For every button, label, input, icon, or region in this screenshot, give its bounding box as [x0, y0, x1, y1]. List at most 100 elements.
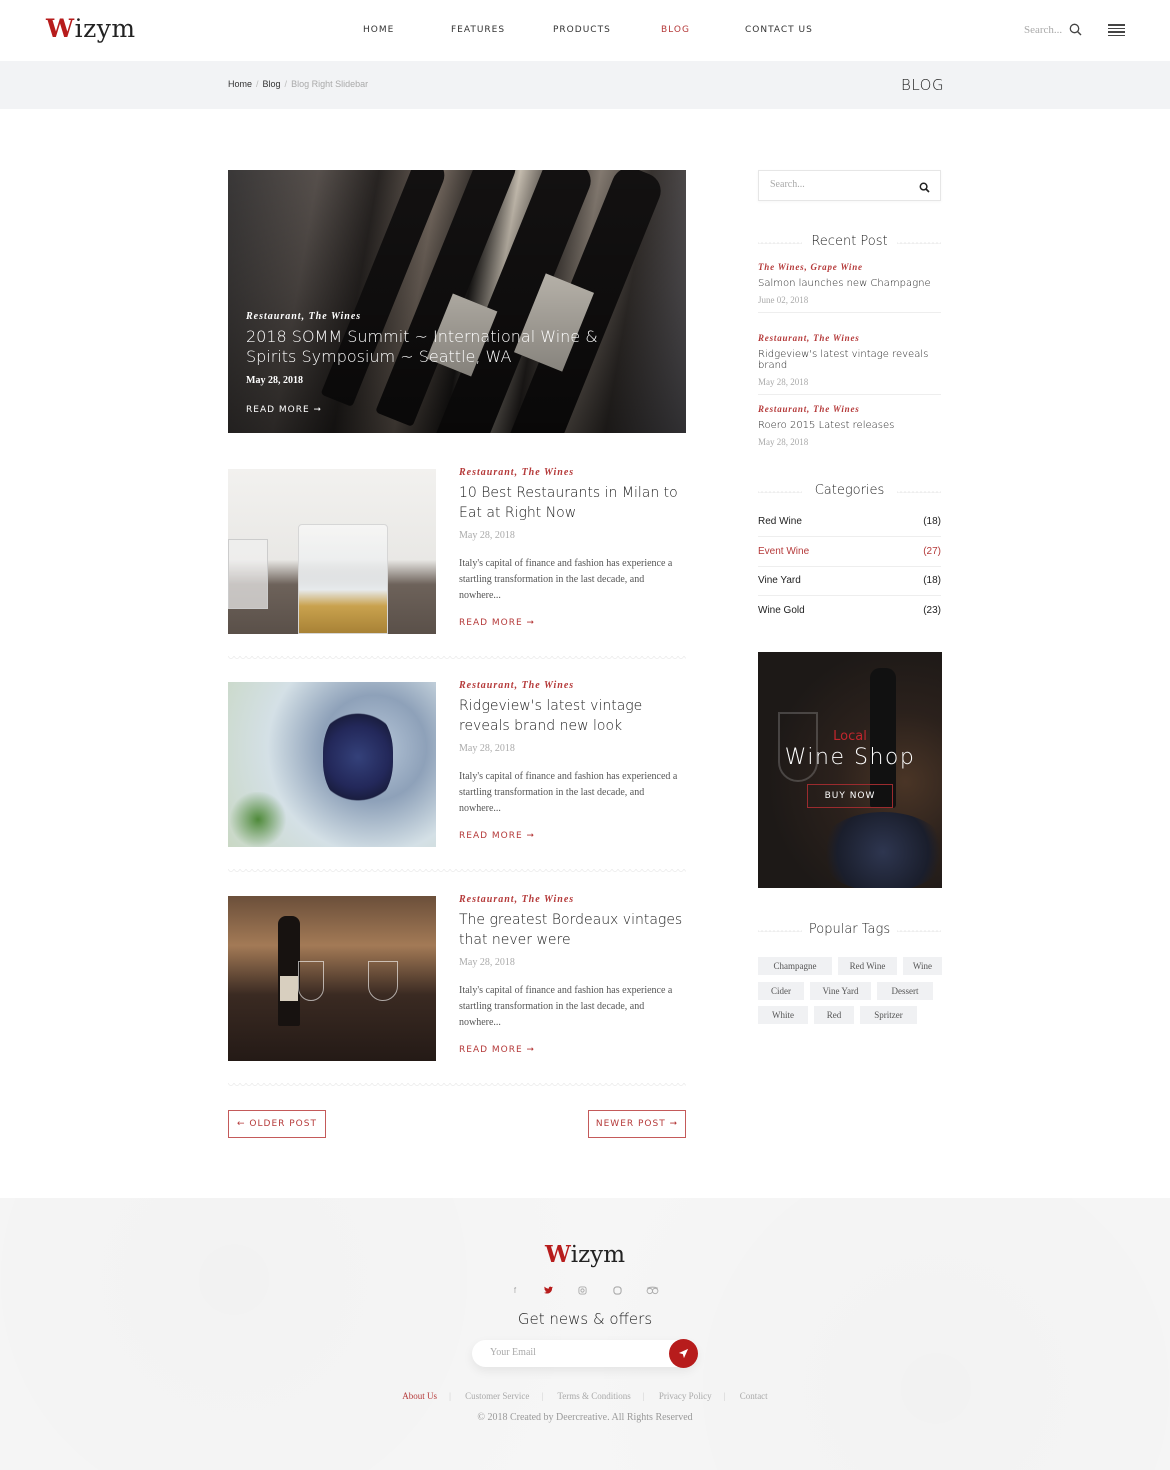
post-thumbnail[interactable] — [228, 469, 436, 634]
send-button[interactable] — [669, 1339, 698, 1368]
divider — [228, 656, 686, 660]
post-categories[interactable]: Restaurant, The Wines — [246, 311, 361, 322]
footer-link-terms[interactable]: Terms & Conditions — [557, 1391, 630, 1401]
divider — [228, 869, 686, 873]
read-more-link[interactable]: READ MORE ➞ — [459, 1045, 686, 1055]
divider — [228, 1083, 686, 1087]
category-item[interactable]: Red Wine (18) — [758, 507, 941, 537]
instagram-icon[interactable] — [577, 1286, 587, 1296]
category-count: (23) — [923, 605, 941, 616]
post-title[interactable]: Ridgeview's latest vintage reveals brand… — [459, 696, 686, 736]
post-excerpt: Italy's capital of finance and fashion h… — [459, 771, 678, 814]
read-more-link[interactable]: READ MORE ➞ — [459, 618, 686, 628]
nav-contact-us[interactable]: CONTACT US — [745, 25, 813, 35]
banner-eyebrow: Local — [833, 729, 867, 744]
grapes-image — [818, 812, 942, 888]
post-item: Restaurant, The Wines Ridgeview's latest… — [228, 680, 686, 847]
post-thumbnail[interactable] — [228, 682, 436, 847]
category-item[interactable]: Event Wine (27) — [758, 537, 941, 567]
nav-products[interactable]: PRODUCTS — [553, 25, 611, 35]
category-name: Wine Gold — [758, 605, 805, 616]
facebook-icon[interactable]: f — [510, 1286, 520, 1296]
post-date: May 28, 2018 — [459, 743, 515, 754]
wine-shop-banner[interactable]: Local Wine Shop BUY NOW — [758, 652, 942, 888]
breadcrumb-bar: Home / Blog / Blog Right Slidebar BLOG — [0, 61, 1170, 109]
post-title[interactable]: 10 Best Restaurants in Milan to Eat at R… — [459, 483, 686, 523]
recent-post-item[interactable]: The Wines, Grape Wine Salmon launches ne… — [758, 262, 941, 313]
recent-post-title[interactable]: Roero 2015 Latest releases — [758, 420, 941, 431]
twitter-icon[interactable] — [543, 1286, 553, 1296]
post-excerpt: Italy's capital of finance and fashion h… — [459, 985, 673, 1028]
copyright: © 2018 Created by Deercreative. All Righ… — [477, 1412, 693, 1423]
recent-post-item[interactable]: Restaurant, The Wines Ridgeview's latest… — [758, 333, 941, 395]
post-title[interactable]: 2018 SOMM Summit ~ International Wine & … — [246, 327, 626, 367]
banner-title: Wine Shop — [784, 745, 916, 770]
search-icon[interactable] — [1069, 23, 1082, 36]
search-icon[interactable] — [919, 180, 930, 193]
tag[interactable]: Spritzer — [860, 1006, 917, 1024]
post-categories[interactable]: Restaurant, The Wines — [459, 680, 686, 691]
sidebar-search — [758, 170, 941, 201]
skype-icon[interactable] — [612, 1286, 622, 1296]
featured-post[interactable]: Restaurant, The Wines 2018 SOMM Summit ~… — [228, 170, 686, 433]
footer-link-customer-service[interactable]: Customer Service — [465, 1391, 529, 1401]
breadcrumb-current: Blog Right Slidebar — [291, 79, 369, 89]
recent-post-item[interactable]: Restaurant, The Wines Roero 2015 Latest … — [758, 404, 941, 454]
popular-tags-heading: Popular Tags — [758, 922, 941, 937]
post-date: May 28, 2018 — [246, 375, 303, 386]
post-title[interactable]: The greatest Bordeaux vintages that neve… — [459, 910, 686, 950]
nav-features[interactable]: FEATURES — [451, 25, 505, 35]
footer-link-contact[interactable]: Contact — [740, 1391, 768, 1401]
site-logo[interactable]: Wizym — [46, 14, 136, 43]
older-post-button[interactable]: ← OLDER POST — [228, 1110, 326, 1138]
recent-post-categories[interactable]: Restaurant, The Wines — [758, 333, 941, 343]
buy-now-button[interactable]: BUY NOW — [807, 784, 893, 808]
breadcrumb-home[interactable]: Home — [228, 79, 252, 89]
newer-post-button[interactable]: NEWER POST ➞ — [588, 1110, 686, 1138]
tag[interactable]: Cider — [758, 982, 804, 1000]
category-count: (27) — [923, 546, 941, 557]
send-icon — [678, 1348, 689, 1359]
breadcrumb-blog[interactable]: Blog — [263, 79, 281, 89]
site-header: Wizym HOME FEATURES PRODUCTS BLOG CONTAC… — [0, 0, 1170, 61]
recent-post-categories[interactable]: Restaurant, The Wines — [758, 404, 941, 414]
recent-post-date: May 28, 2018 — [758, 377, 809, 387]
footer-link-privacy[interactable]: Privacy Policy — [659, 1391, 712, 1401]
tag[interactable]: Wine — [903, 957, 942, 975]
post-categories[interactable]: Restaurant, The Wines — [459, 894, 686, 905]
categories-heading: Categories — [758, 483, 941, 498]
tag[interactable]: Dessert — [877, 982, 933, 1000]
footer-logo[interactable]: Wizym — [0, 1241, 1170, 1268]
recent-post-title[interactable]: Salmon launches new Champagne — [758, 278, 941, 289]
page-title: BLOG — [901, 76, 945, 94]
recent-post-date: May 28, 2018 — [758, 437, 809, 447]
nav-home[interactable]: HOME — [363, 25, 394, 35]
hamburger-menu-icon[interactable] — [1108, 24, 1125, 36]
category-name: Vine Yard — [758, 575, 801, 586]
footer-links: About Us | Customer Service | Terms & Cond… — [402, 1391, 768, 1401]
nav-blog[interactable]: BLOG — [661, 25, 690, 35]
post-categories[interactable]: Restaurant, The Wines — [459, 467, 686, 478]
tripadvisor-icon[interactable] — [645, 1286, 659, 1296]
recent-post-categories[interactable]: The Wines, Grape Wine — [758, 262, 941, 272]
tag[interactable]: Champagne — [758, 957, 832, 975]
tag[interactable]: White — [758, 1006, 808, 1024]
newsletter-heading: Get news & offers — [517, 1310, 653, 1328]
header-search-input[interactable]: Search... — [1024, 24, 1062, 36]
post-thumbnail[interactable] — [228, 896, 436, 1061]
category-item[interactable]: Wine Gold (23) — [758, 596, 941, 626]
footer-link-about-us[interactable]: About Us — [402, 1391, 437, 1401]
recent-post-title[interactable]: Ridgeview's latest vintage reveals brand — [758, 349, 941, 371]
read-more-link[interactable]: READ MORE ➞ — [246, 405, 322, 415]
category-item[interactable]: Vine Yard (18) — [758, 566, 941, 596]
tag[interactable]: Red Wine — [838, 957, 897, 975]
email-input[interactable] — [490, 1347, 660, 1358]
newsletter-form — [472, 1340, 697, 1367]
tag[interactable]: Red — [814, 1006, 854, 1024]
tag[interactable]: Vine Yard — [810, 982, 871, 1000]
category-name: Red Wine — [758, 516, 802, 527]
read-more-link[interactable]: READ MORE ➞ — [459, 831, 686, 841]
sidebar-search-input[interactable] — [770, 179, 910, 190]
post-item: Restaurant, The Wines 10 Best Restaurant… — [228, 467, 686, 634]
recent-post-date: June 02, 2018 — [758, 295, 809, 305]
